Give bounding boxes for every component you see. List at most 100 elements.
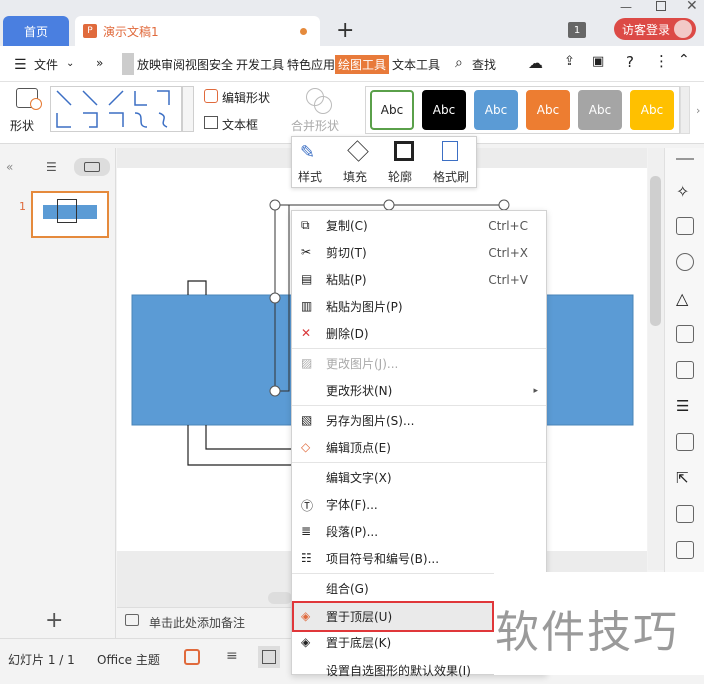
picture-icon[interactable]: [676, 541, 694, 559]
window-count-badge[interactable]: 1: [568, 22, 586, 38]
fill-button[interactable]: 填充: [343, 168, 367, 185]
resize-handle[interactable]: [269, 292, 281, 304]
cloud-icon[interactable]: ☁: [528, 54, 543, 72]
archive-icon[interactable]: [676, 505, 694, 523]
menu-slideshow[interactable]: 放映: [137, 56, 161, 73]
menu-edit-text[interactable]: 编辑文字(X): [292, 464, 546, 491]
grid-icon[interactable]: [676, 325, 694, 343]
outline-button[interactable]: 轮廓: [388, 168, 412, 185]
menu-file[interactable]: 文件: [34, 56, 58, 73]
menu-label: 段落(P)...: [326, 525, 379, 539]
menu-find[interactable]: 查找: [472, 56, 496, 73]
chevron-down-icon[interactable]: ⌄: [66, 58, 74, 69]
hamburger-icon[interactable]: ☰: [14, 57, 27, 73]
menu-developer[interactable]: 开发工具: [236, 56, 284, 73]
menu-save-as-image[interactable]: ▧ 另存为图片(S)...: [292, 407, 546, 434]
menu-delete[interactable]: ✕ 删除(D): [292, 320, 546, 347]
style-swatch-3[interactable]: Abc: [474, 90, 518, 130]
style-swatch-6[interactable]: Abc: [630, 90, 674, 130]
resize-handle[interactable]: [269, 199, 281, 211]
resize-handle[interactable]: [498, 199, 510, 211]
more-icon[interactable]: ⋮: [654, 52, 669, 70]
collapse-panel-icon[interactable]: «: [6, 160, 13, 174]
settings-sliders-icon[interactable]: ☰: [676, 397, 694, 415]
edit-shape-button[interactable]: 编辑形状: [222, 89, 270, 106]
format-painter-button[interactable]: 格式刷: [433, 168, 469, 185]
line-gallery[interactable]: [50, 86, 182, 132]
notes-toggle-icon[interactable]: ≡: [226, 648, 238, 664]
menu-copy[interactable]: ⧉ 复制(C) Ctrl+C: [292, 212, 546, 239]
avatar[interactable]: [674, 20, 692, 38]
menu-more[interactable]: »: [96, 56, 103, 70]
style-swatch-5[interactable]: Abc: [578, 90, 622, 130]
slide-thumbnail[interactable]: [31, 191, 109, 238]
style-swatch-4[interactable]: Abc: [526, 90, 570, 130]
object-icon[interactable]: [676, 253, 694, 271]
add-slide-button[interactable]: +: [45, 608, 63, 633]
style-button[interactable]: 样式: [298, 168, 322, 185]
connector-bottom-2[interactable]: [205, 425, 292, 450]
horizontal-scroll-thumb[interactable]: [268, 592, 292, 604]
menu-paste-as-image[interactable]: ▥ 粘贴为图片(P): [292, 293, 546, 320]
fill-icon[interactable]: △: [676, 289, 694, 308]
collapse-ribbon-icon[interactable]: ⌃: [678, 52, 690, 68]
new-tab-button[interactable]: +: [336, 18, 354, 43]
share-out-icon[interactable]: ⇱: [676, 469, 694, 487]
menu-drawing-tools[interactable]: 绘图工具: [335, 55, 390, 74]
menu-bullets[interactable]: ☷ 项目符号和编号(B)...: [292, 545, 546, 572]
style-swatch-1[interactable]: Abc: [370, 90, 414, 130]
menu-edit-points[interactable]: ◇ 编辑顶点(E): [292, 434, 546, 461]
shapes-icon[interactable]: [676, 217, 694, 235]
chart-icon[interactable]: [676, 361, 694, 379]
textbox-icon: [204, 116, 218, 129]
menu-change-shape[interactable]: 更改形状(N) ▸: [292, 377, 546, 404]
menu-paste[interactable]: ▤ 粘贴(P) Ctrl+V: [292, 266, 546, 293]
help-icon[interactable]: ?: [626, 53, 634, 71]
merge-shape-button[interactable]: 合并形状: [291, 117, 339, 134]
gallery-scroll[interactable]: [182, 86, 194, 132]
menu-cut[interactable]: ✂ 剪切(T) Ctrl+X: [292, 239, 546, 266]
textbox-button[interactable]: 文本框: [222, 116, 258, 133]
outline-icon: [394, 141, 414, 161]
maximize-icon[interactable]: [656, 1, 666, 11]
menu-security[interactable]: 安全: [209, 56, 233, 73]
menu-paragraph[interactable]: ≣ 段落(P)...: [292, 518, 546, 545]
resize-handle[interactable]: [269, 385, 281, 397]
beautify-icon[interactable]: [184, 649, 200, 665]
menu-text-tools[interactable]: 文本工具: [392, 56, 440, 73]
notes-placeholder[interactable]: 单击此处添加备注: [149, 614, 245, 631]
scroll-left-icon[interactable]: [122, 53, 134, 75]
image-settings-icon[interactable]: [676, 433, 694, 451]
brush-icon: ✎: [300, 142, 316, 163]
style-gallery-scroll[interactable]: [680, 86, 690, 134]
close-icon[interactable]: ✕: [686, 0, 698, 14]
connector-top[interactable]: [187, 280, 207, 295]
resize-handle[interactable]: [383, 199, 395, 211]
shape-button[interactable]: 形状: [10, 117, 34, 134]
menu-shortcut: Ctrl+V: [488, 272, 528, 287]
copy-icon: ⧉: [301, 218, 310, 232]
tab-home[interactable]: 首页: [3, 16, 69, 46]
vertical-scroll-thumb[interactable]: [650, 176, 661, 326]
magic-icon[interactable]: ✧: [676, 182, 694, 201]
paste-image-icon: ▥: [301, 299, 313, 313]
theme-name[interactable]: Office 主题: [97, 651, 160, 668]
share-icon[interactable]: ⇪: [564, 54, 575, 69]
menu-label: 组合(G): [326, 582, 369, 596]
tab-document[interactable]: P 演示文稿1: [75, 16, 320, 46]
merge-shape-icon-2: [314, 96, 332, 114]
send-back-icon: ◈: [301, 635, 311, 649]
sidebar-grip-icon: [676, 158, 694, 160]
style-swatch-2[interactable]: Abc: [422, 90, 466, 130]
minimize-icon[interactable]: —: [620, 0, 632, 14]
menu-review[interactable]: 审阅: [161, 56, 185, 73]
outline-view-icon[interactable]: ☰: [46, 160, 57, 174]
connector-bottom-1[interactable]: [187, 425, 292, 466]
search-icon[interactable]: ⌕: [455, 55, 463, 71]
menu-font[interactable]: Ⓣ 字体(F)...: [292, 491, 546, 518]
ribbon-right-arrow-icon[interactable]: ›: [696, 104, 700, 117]
menu-special[interactable]: 特色应用: [287, 56, 335, 73]
style-label: Abc: [536, 103, 560, 117]
export-icon[interactable]: ▣: [592, 54, 604, 69]
menu-view[interactable]: 视图: [185, 56, 209, 73]
